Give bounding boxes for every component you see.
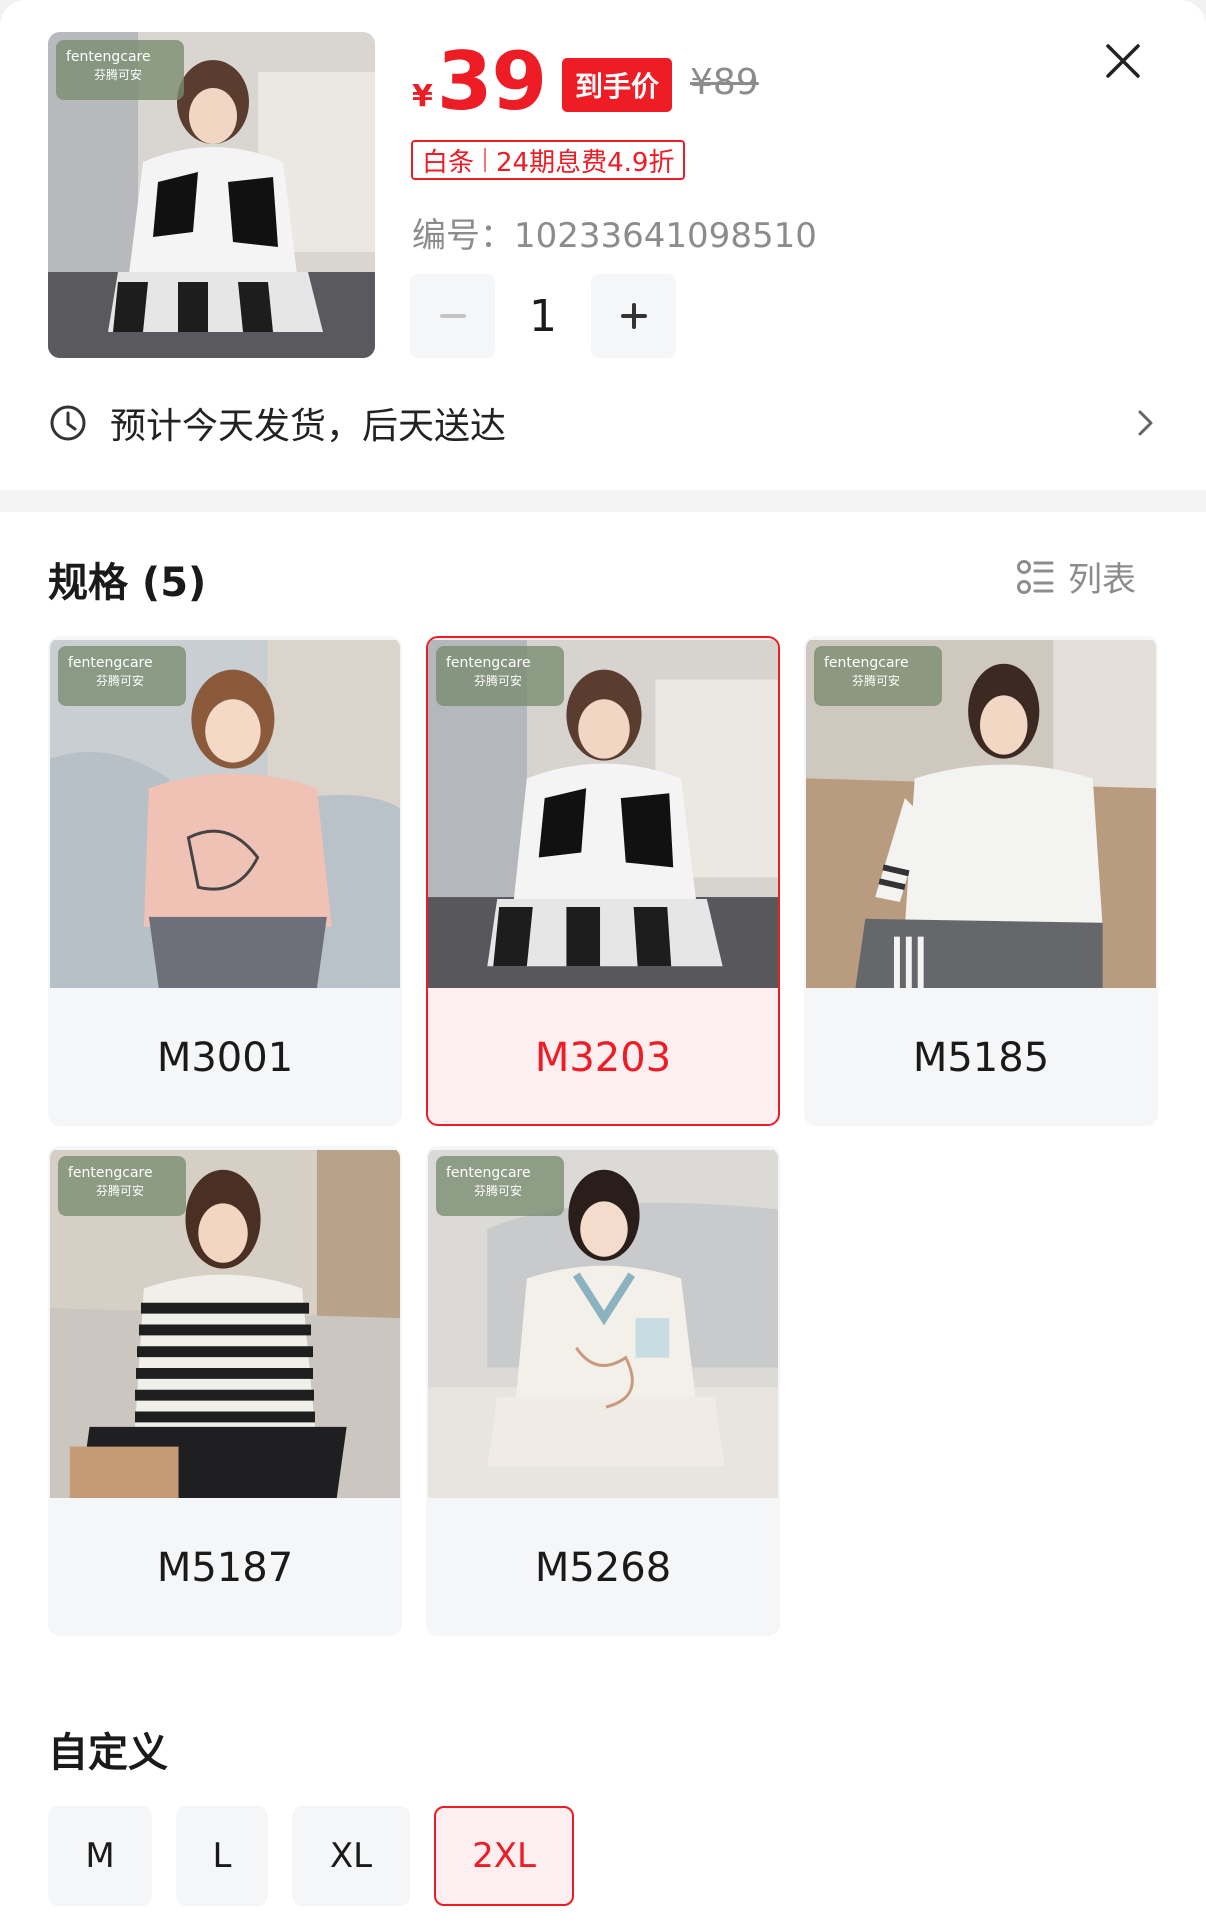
installment-separator [484,148,487,172]
current-price: 39 [436,35,547,128]
brand-watermark: fentengcare 芬腾可安 [58,646,186,706]
spec-option-label: M3001 [156,1035,294,1081]
spec-option-m3001[interactable]: fentengcare 芬腾可安 M3001 [48,636,402,1126]
spec-option-label: M5268 [534,1545,672,1591]
list-view-toggle[interactable]: 列表 [1016,552,1136,601]
chevron-right-icon [1138,410,1153,436]
size-option-l[interactable]: L [176,1806,268,1906]
close-button[interactable] [1100,38,1146,84]
quantity-stepper: 1 [410,274,676,358]
minus-icon [439,314,466,318]
currency-symbol: ¥ [412,79,433,114]
list-view-icon [1017,559,1054,594]
list-view-label: 列表 [1068,560,1136,600]
installment-badge[interactable]: 白条 24期息费4.9折 [411,140,686,180]
spec-option-label: M5185 [912,1035,1050,1081]
increase-button[interactable] [591,274,676,358]
close-icon [1106,44,1140,78]
size-option-2xl[interactable]: 2XL [434,1806,574,1906]
plus-icon [620,303,647,329]
spec-option-m5185[interactable]: fentengcare 芬腾可安 M5185 [804,636,1158,1126]
installment-label: 白条 [422,147,475,178]
spec-option-label: M3203 [534,1035,672,1081]
brand-watermark: fentengcare 芬腾可安 [56,40,184,100]
product-thumbnail[interactable]: fentengcare 芬腾可安 [48,32,375,358]
brand-watermark: fentengcare 芬腾可安 [58,1156,186,1216]
installment-detail: 24期息费4.9折 [496,147,675,178]
original-price: ¥89 [690,62,759,103]
decrease-button[interactable] [410,274,495,358]
size-option-xl[interactable]: XL [292,1806,410,1906]
size-option-m[interactable]: M [48,1806,152,1906]
brand-watermark: fentengcare 芬腾可安 [436,1156,564,1216]
spec-option-m5268[interactable]: fentengcare 芬腾可安 M5268 [426,1146,780,1636]
quantity-value[interactable]: 1 [495,291,591,342]
spec-section-title: 规格 (5) [48,560,207,606]
custom-section-title: 自定义 [48,1730,168,1776]
sku-selector-sheet: fentengcare 芬腾可安 ¥ 39 到手价 ¥89 白条 24期息费4.… [0,0,1206,1928]
spec-option-label: M5187 [156,1545,294,1591]
final-price-badge: 到手价 [562,58,672,112]
clock-icon [50,405,86,441]
delivery-text: 预计今天发货，后天送达 [110,406,507,447]
price-row: ¥ 39 [412,35,547,128]
spec-option-m5187[interactable]: fentengcare 芬腾可安 M5187 [48,1146,402,1636]
brand-watermark: fentengcare 芬腾可安 [814,646,942,706]
section-divider [0,490,1206,512]
spec-option-m3203[interactable]: fentengcare 芬腾可安 M3203 [426,636,780,1126]
delivery-info-row[interactable]: 预计今天发货，后天送达 [48,398,1158,448]
brand-watermark: fentengcare 芬腾可安 [436,646,564,706]
sku-number: 编号：10233641098510 [412,216,817,256]
